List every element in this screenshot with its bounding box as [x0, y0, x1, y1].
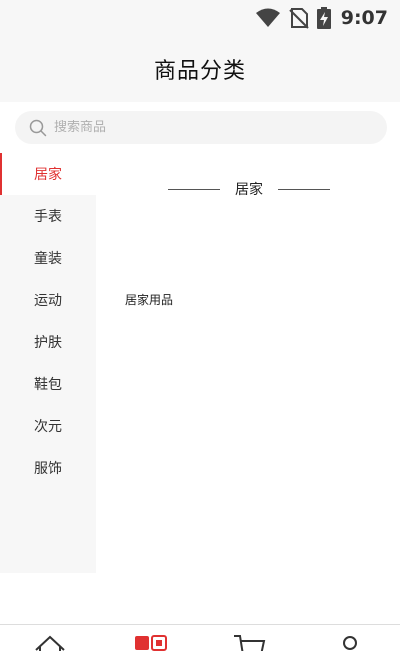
sidebar-item-home-living[interactable]: 居家	[0, 153, 96, 195]
status-time: 9:07	[340, 7, 388, 29]
home-icon	[33, 633, 67, 651]
page-title: 商品分类	[153, 59, 246, 84]
no-sim-icon	[289, 7, 309, 29]
nav-cart-button[interactable]	[229, 633, 269, 651]
subcategory-item[interactable]: 居家用品	[125, 291, 173, 308]
search-icon	[29, 119, 47, 137]
nav-home-button[interactable]	[30, 633, 70, 651]
nav-profile-button[interactable]	[330, 633, 370, 651]
sidebar-item-shoes-bags[interactable]: 鞋包	[0, 363, 96, 405]
profile-icon	[333, 633, 367, 651]
category-content: 居家 居家用品	[96, 153, 400, 573]
sidebar-item-kidswear[interactable]: 童装	[0, 237, 96, 279]
section-title: 居家	[235, 182, 263, 198]
sidebar-item-sports[interactable]: 运动	[0, 279, 96, 321]
app-header: 商品分类	[0, 36, 400, 102]
section-divider-right	[278, 188, 330, 190]
sidebar-item-apparel[interactable]: 服饰	[0, 447, 96, 489]
battery-charging-icon	[316, 7, 331, 29]
sidebar-item-skincare[interactable]: 护肤	[0, 321, 96, 363]
cart-icon	[232, 633, 266, 651]
wifi-icon	[255, 8, 281, 28]
sidebar-item-anime[interactable]: 次元	[0, 405, 96, 447]
section-divider-left	[168, 188, 220, 190]
status-icons: 9:07	[255, 6, 388, 30]
status-bar: 9:07	[0, 0, 400, 36]
category-sidebar: 居家 手表 童装 运动 护肤 鞋包 次元 服饰	[0, 153, 96, 573]
category-icon	[133, 633, 167, 651]
nav-category-button[interactable]	[130, 633, 170, 651]
sidebar-item-watches[interactable]: 手表	[0, 195, 96, 237]
search-input[interactable]	[54, 120, 354, 135]
search-bar[interactable]	[15, 111, 387, 144]
bottom-nav	[0, 624, 400, 651]
section-header: 居家	[168, 179, 330, 199]
